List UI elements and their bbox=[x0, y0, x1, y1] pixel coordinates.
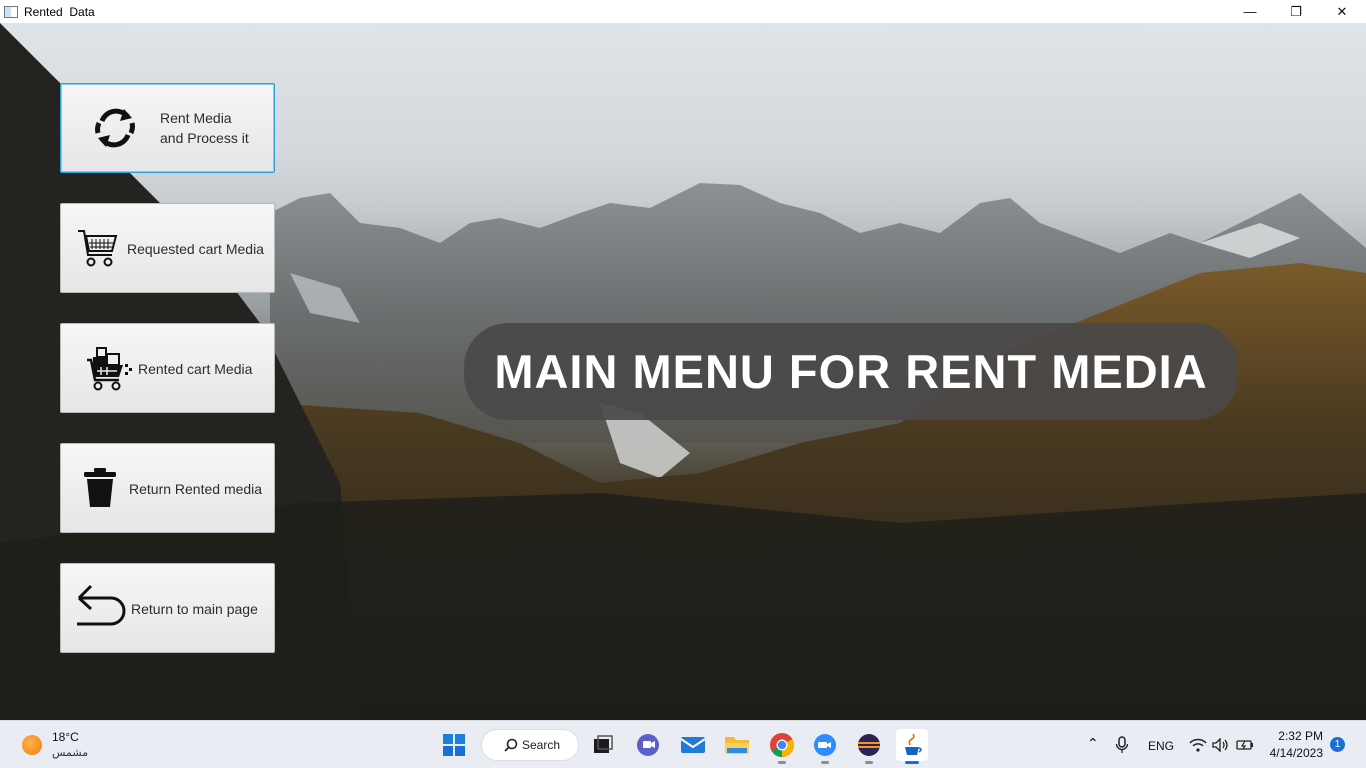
teams-chat-button[interactable] bbox=[632, 729, 664, 761]
main-menu-heading: MAIN MENU FOR RENT MEDIA bbox=[464, 323, 1238, 420]
task-view-button[interactable] bbox=[587, 729, 619, 761]
chat-icon bbox=[637, 734, 659, 756]
start-button[interactable] bbox=[438, 729, 470, 761]
restore-icon: ❐ bbox=[1290, 3, 1302, 19]
window-title: Rented Data bbox=[24, 4, 95, 19]
java-active-indicator bbox=[905, 761, 919, 764]
language-indicator[interactable]: ENG bbox=[1148, 739, 1174, 753]
mail-icon bbox=[680, 737, 706, 753]
search-label: Search bbox=[522, 738, 561, 752]
microphone-icon bbox=[1115, 736, 1129, 753]
refresh-icon bbox=[89, 102, 141, 154]
clock-date[interactable]: 4/14/2023 bbox=[1262, 746, 1323, 760]
windows-logo-icon bbox=[443, 734, 465, 756]
chrome-button[interactable] bbox=[766, 729, 798, 764]
taskbar: 18°C مشمس Search ⌃ ENG 2:32 PM 4/14/2023… bbox=[0, 720, 1366, 768]
minimize-icon: — bbox=[1243, 4, 1257, 19]
return-arrow-icon bbox=[75, 582, 129, 632]
rent-media-label-line2: and Process it bbox=[160, 130, 249, 146]
chrome-icon bbox=[770, 733, 795, 757]
return-rented-media-label: Return Rented media bbox=[129, 481, 263, 497]
zoom-running-indicator bbox=[821, 761, 829, 764]
requested-cart-media-button[interactable]: Requested cart Media bbox=[60, 203, 275, 293]
mail-button[interactable] bbox=[677, 729, 709, 761]
task-view-icon bbox=[594, 735, 613, 753]
app-icon bbox=[4, 5, 18, 18]
chrome-running-indicator bbox=[778, 761, 786, 764]
chevron-up-icon: ⌃ bbox=[1087, 735, 1099, 751]
title-bar: Rented Data — ❐ ✕ bbox=[0, 0, 1366, 23]
microphone-button[interactable] bbox=[1106, 729, 1138, 761]
folder-icon bbox=[725, 737, 749, 754]
close-icon: ✕ bbox=[1336, 3, 1348, 19]
weather-desc[interactable]: مشمس bbox=[52, 746, 88, 759]
speaker-icon bbox=[1212, 738, 1228, 752]
loaded-cart-icon bbox=[85, 346, 133, 392]
trash-icon bbox=[81, 466, 119, 510]
return-rented-media-button[interactable]: Return Rented media bbox=[60, 443, 275, 533]
zoom-icon bbox=[814, 734, 836, 756]
search-icon bbox=[504, 738, 518, 752]
shopping-cart-icon bbox=[75, 226, 119, 270]
java-icon bbox=[905, 733, 922, 755]
rent-media-label: Rent Media and Process it bbox=[160, 108, 249, 148]
battery-button[interactable] bbox=[1229, 729, 1261, 761]
file-explorer-button[interactable] bbox=[721, 729, 753, 761]
notification-badge[interactable]: 1 bbox=[1330, 737, 1345, 752]
weather-temp[interactable]: 18°C bbox=[52, 730, 79, 744]
weather-sun-icon[interactable] bbox=[22, 735, 42, 755]
rented-cart-media-label: Rented cart Media bbox=[138, 361, 253, 377]
rent-media-label-line1: Rent Media bbox=[160, 110, 232, 126]
clock-time[interactable]: 2:32 PM bbox=[1270, 729, 1323, 743]
eclipse-button[interactable] bbox=[853, 729, 885, 764]
zoom-button[interactable] bbox=[809, 729, 841, 764]
java-app-button[interactable] bbox=[896, 729, 928, 764]
return-to-main-page-button[interactable]: Return to main page bbox=[60, 563, 275, 653]
eclipse-running-indicator bbox=[865, 761, 873, 764]
return-to-main-page-label: Return to main page bbox=[131, 601, 258, 617]
rent-media-button[interactable]: Rent Media and Process it bbox=[60, 83, 275, 173]
maximize-button[interactable]: ❐ bbox=[1273, 0, 1319, 23]
requested-cart-media-label: Requested cart Media bbox=[127, 241, 264, 257]
show-hidden-icons-button[interactable]: ⌃ bbox=[1087, 735, 1099, 752]
taskbar-search[interactable]: Search bbox=[481, 729, 579, 761]
eclipse-icon bbox=[858, 734, 880, 756]
close-button[interactable]: ✕ bbox=[1319, 0, 1365, 23]
rented-cart-media-button[interactable]: Rented cart Media bbox=[60, 323, 275, 413]
battery-charging-icon bbox=[1236, 740, 1253, 750]
minimize-button[interactable]: — bbox=[1227, 0, 1273, 23]
